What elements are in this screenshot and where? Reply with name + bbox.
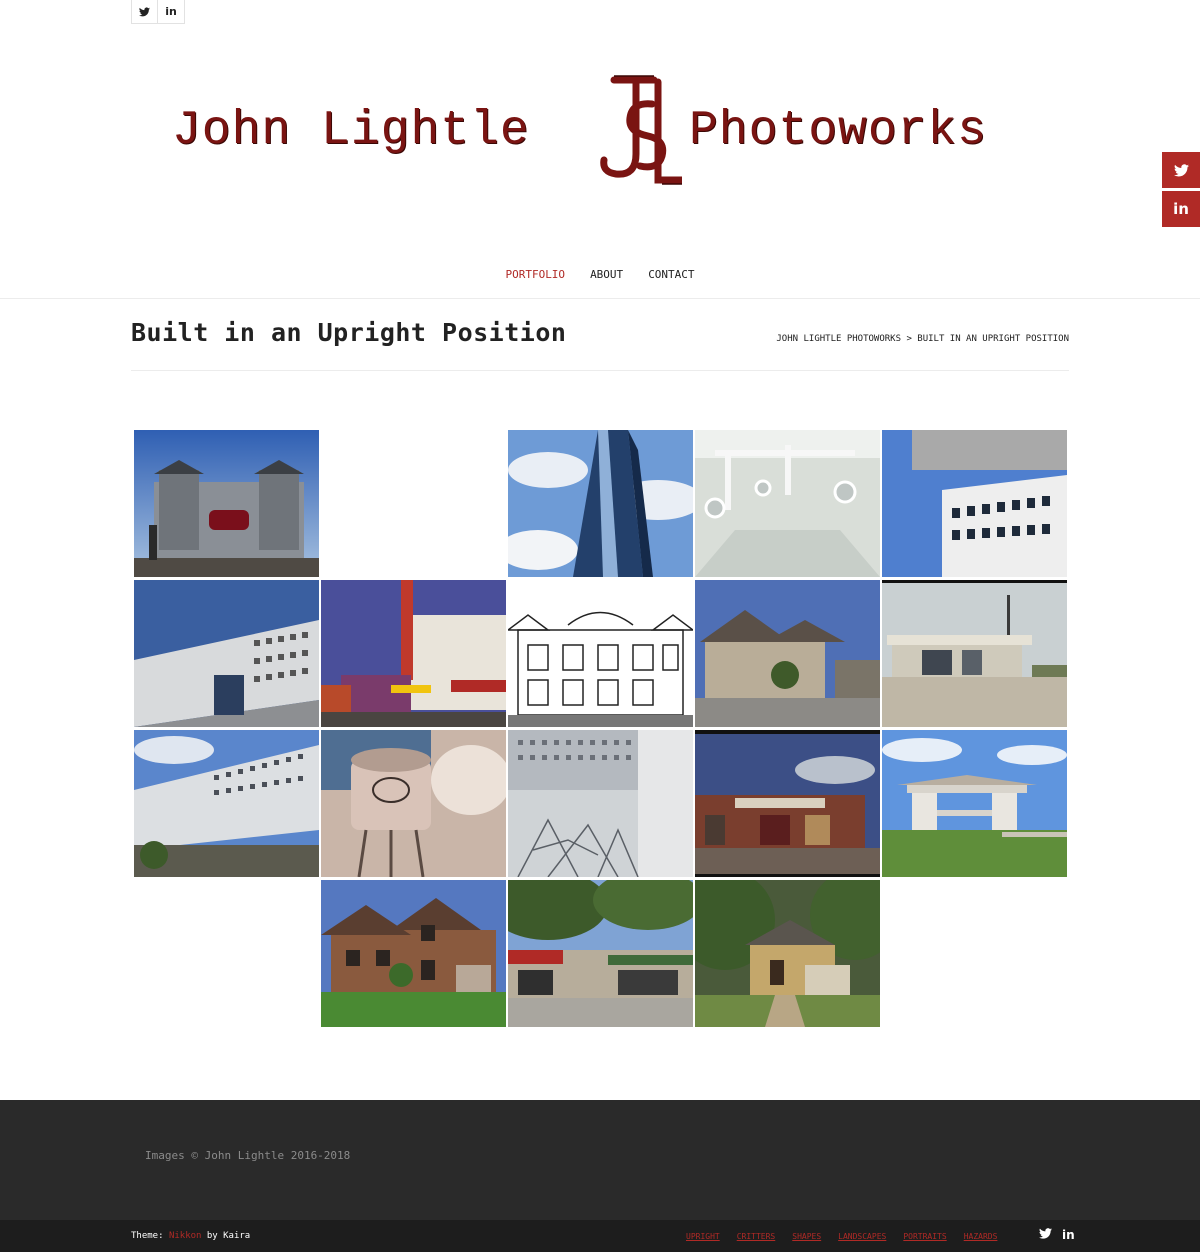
breadcrumb-separator: > <box>906 334 912 344</box>
top-social-bar: in <box>131 0 185 24</box>
photo-gallery <box>134 430 1067 1028</box>
footer-copyright: Images © John Lightle 2016-2018 <box>145 1149 351 1162</box>
brick-house-image <box>321 880 506 1027</box>
nav-item-portfolio[interactable]: PORTFOLIO <box>505 268 565 281</box>
gallery-thumb-small-white-pavilion[interactable] <box>882 730 1067 877</box>
perforated-building-plaza-image <box>134 730 319 877</box>
gallery-thumb-blue-ridge-water-tower[interactable] <box>321 730 506 877</box>
gallery-thumb-glass-skyscraper[interactable] <box>508 430 693 577</box>
abandoned-station-image <box>882 580 1067 727</box>
storefront-under-trees-image <box>508 880 693 1027</box>
gallery-thumb-sketch-historic-building[interactable] <box>508 580 693 727</box>
page-title: Built in an Upright Position <box>131 318 567 347</box>
white-modern-building-image <box>882 430 1067 577</box>
gallery-thumb-perforated-facade-building[interactable] <box>134 580 319 727</box>
blue-ridge-water-tower-image <box>321 730 506 877</box>
gallery-thumb-operating-room[interactable] <box>695 430 880 577</box>
yellow-cottage-image <box>695 880 880 1027</box>
footer-menu-critters[interactable]: CRITTERS <box>737 1232 776 1241</box>
theme-credit-by: by Kaira <box>206 1231 251 1241</box>
footer-linkedin-icon[interactable]: in <box>1062 1228 1075 1242</box>
gallery-thumb-feed-mill-storefront[interactable] <box>695 730 880 877</box>
logo-word-photoworks: Photoworks <box>689 104 988 158</box>
footer-social: in <box>1039 1228 1075 1242</box>
footer-menu: UPRIGHT CRITTERS SHAPES LANDSCAPES PORTR… <box>686 1232 997 1241</box>
theater-marquee-street-image <box>321 580 506 727</box>
logo-word-name: John Lightle <box>172 104 530 158</box>
gallery-thumb-abandoned-station[interactable] <box>882 580 1067 727</box>
twitter-icon[interactable] <box>131 0 158 24</box>
footer-menu-upright[interactable]: UPRIGHT <box>686 1232 720 1241</box>
sub-footer: Theme: Nikkon by Kaira UPRIGHT CRITTERS … <box>0 1220 1200 1252</box>
gallery-thumb-storefront-under-trees[interactable] <box>508 880 693 1027</box>
gallery-thumb-suburban-house[interactable] <box>695 580 880 727</box>
perforated-building-trees-image <box>508 730 693 877</box>
gallery-thumb-perforated-building-plaza[interactable] <box>134 730 319 877</box>
linkedin-icon[interactable]: in <box>158 0 185 24</box>
footer: Images © John Lightle 2016-2018 <box>0 1100 1200 1220</box>
floating-linkedin-icon[interactable]: in <box>1162 191 1200 227</box>
footer-menu-hazards[interactable]: HAZARDS <box>964 1232 998 1241</box>
nav-item-about[interactable]: ABOUT <box>590 268 623 281</box>
gallery-thumb-perforated-building-trees[interactable] <box>508 730 693 877</box>
nav-item-contact[interactable]: CONTACT <box>648 268 694 281</box>
gallery-thumb-dr-pepper-building[interactable] <box>134 430 319 577</box>
main-nav: PORTFOLIO ABOUT CONTACT <box>0 268 1200 281</box>
floating-social-bar: in <box>1162 152 1200 230</box>
logo-monogram-icon <box>600 75 682 185</box>
theme-credit: Theme: Nikkon by Kaira <box>131 1231 250 1241</box>
dr-pepper-building-image <box>134 430 319 577</box>
sketch-historic-building-image <box>508 580 693 727</box>
site-logo[interactable]: John Lightle Photoworks <box>172 74 1032 192</box>
gallery-thumb-brick-house[interactable] <box>321 880 506 1027</box>
perforated-facade-building-image <box>134 580 319 727</box>
theme-credit-prefix: Theme: <box>131 1231 164 1241</box>
gallery-thumb-theater-marquee-street[interactable] <box>321 580 506 727</box>
theme-link[interactable]: Nikkon <box>169 1231 202 1241</box>
feed-mill-storefront-image <box>695 730 880 877</box>
small-white-pavilion-image <box>882 730 1067 877</box>
gallery-thumb-white-modern-building[interactable] <box>882 430 1067 577</box>
breadcrumb: JOHN LIGHTLE PHOTOWORKS > BUILT IN AN UP… <box>776 334 1069 344</box>
nav-divider <box>0 298 1200 299</box>
floating-twitter-icon[interactable] <box>1162 152 1200 188</box>
footer-menu-portraits[interactable]: PORTRAITS <box>903 1232 946 1241</box>
gallery-thumb-yellow-cottage[interactable] <box>695 880 880 1027</box>
breadcrumb-home-link[interactable]: JOHN LIGHTLE PHOTOWORKS <box>776 334 901 344</box>
breadcrumb-current: BUILT IN AN UPRIGHT POSITION <box>917 334 1069 344</box>
suburban-house-image <box>695 580 880 727</box>
operating-room-image <box>695 430 880 577</box>
footer-menu-shapes[interactable]: SHAPES <box>792 1232 821 1241</box>
footer-twitter-icon[interactable] <box>1039 1228 1052 1242</box>
glass-skyscraper-image <box>508 430 693 577</box>
footer-menu-landscapes[interactable]: LANDSCAPES <box>838 1232 886 1241</box>
title-divider <box>131 370 1069 371</box>
